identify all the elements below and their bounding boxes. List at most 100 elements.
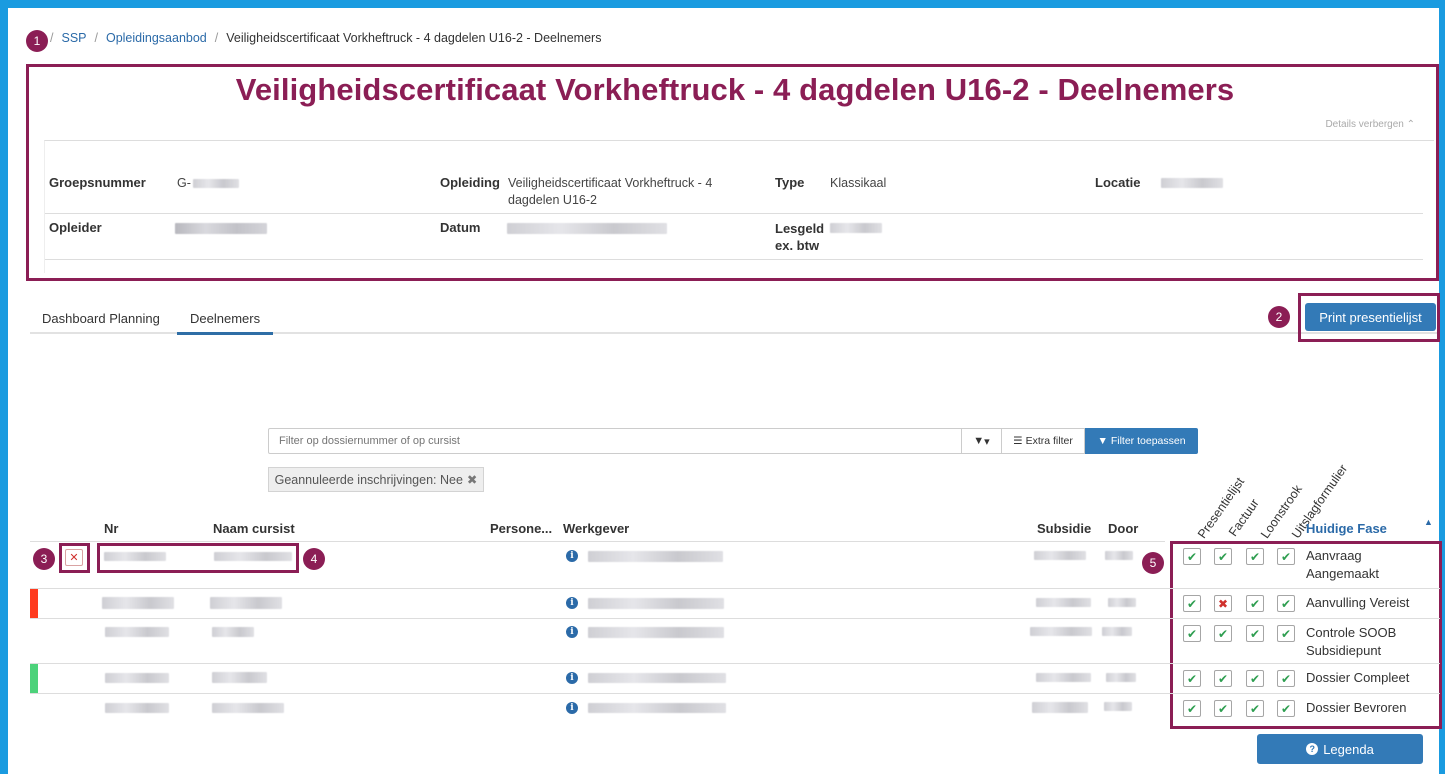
opleider-label: Opleider [49, 220, 102, 235]
breadcrumb-current: Veiligheidscertificaat Vorkheftruck - 4 … [226, 31, 602, 45]
redacted-name[interactable] [214, 552, 292, 561]
redacted-subsidie [1036, 673, 1091, 682]
info-icon[interactable]: i [566, 597, 578, 609]
redacted-name[interactable] [212, 672, 267, 683]
active-filter-label: Geannuleerde inschrijvingen: Nee [274, 472, 463, 487]
info-icon[interactable]: i [566, 550, 578, 562]
redacted-werkgever [588, 627, 724, 638]
lesgeld-label: Lesgeld ex. btw [775, 221, 825, 253]
list-icon: ☰ [1013, 435, 1023, 447]
check-icon[interactable]: ✔ [1246, 700, 1264, 717]
status-bar-attention [30, 589, 38, 618]
redacted-subsidie [1034, 551, 1086, 560]
check-icon[interactable]: ✔ [1183, 700, 1201, 717]
annotation-marker-1: 1 [26, 30, 48, 52]
redacted-werkgever [588, 703, 726, 713]
page-title: Veiligheidscertificaat Vorkheftruck - 4 … [235, 72, 1235, 107]
redacted-name[interactable] [210, 597, 282, 609]
question-icon: ? [1306, 743, 1319, 755]
search-input[interactable] [268, 428, 962, 454]
row-divider [30, 693, 1165, 694]
check-icon[interactable]: ✔ [1214, 700, 1232, 717]
column-header-werkgever[interactable]: Werkgever [563, 521, 629, 536]
column-header-door[interactable]: Door [1108, 521, 1138, 536]
redacted-nr[interactable] [105, 673, 169, 683]
check-icon[interactable]: ✔ [1183, 595, 1201, 612]
filter-dropdown-caret: ▾ [984, 435, 990, 448]
row-divider [30, 663, 1165, 664]
breadcrumb-separator: / [94, 31, 98, 45]
column-header-naam[interactable]: Naam cursist [213, 521, 295, 536]
breadcrumb-separator: / [50, 31, 54, 45]
details-toggle-label: Details verbergen [1325, 119, 1404, 130]
chevron-up-icon: ⌃ [1406, 119, 1415, 130]
check-icon[interactable]: ✔ [1214, 625, 1232, 642]
extra-filter-label: Extra filter [1025, 435, 1073, 447]
redacted-value [507, 223, 667, 234]
redacted-subsidie [1030, 627, 1092, 636]
filter-apply-label: Filter toepassen [1110, 435, 1186, 447]
sort-ascending-icon[interactable]: ▲ [1424, 517, 1433, 527]
filter-dropdown-button[interactable]: ▼ ▾ [961, 428, 1002, 454]
tab-deelnemers[interactable]: Deelnemers [177, 311, 274, 335]
check-icon[interactable]: ✔ [1214, 548, 1232, 565]
cross-icon[interactable]: ✖ [1214, 595, 1232, 612]
info-icon[interactable]: i [566, 702, 578, 714]
redacted-value [1161, 178, 1223, 188]
redacted-werkgever [588, 673, 726, 683]
check-icon[interactable]: ✔ [1277, 548, 1295, 565]
check-icon[interactable]: ✔ [1246, 670, 1264, 687]
annotation-marker-3: 3 [33, 548, 55, 570]
redacted-name[interactable] [212, 703, 284, 713]
redacted-nr[interactable] [102, 597, 174, 609]
breadcrumb-link-ssp[interactable]: SSP [61, 31, 86, 45]
status-bar-complete [30, 664, 38, 693]
redacted-value [830, 223, 882, 233]
redacted-nr[interactable] [104, 552, 166, 561]
redacted-werkgever [588, 598, 724, 609]
check-icon[interactable]: ✔ [1246, 595, 1264, 612]
check-icon[interactable]: ✔ [1183, 625, 1201, 642]
redacted-name[interactable] [212, 627, 254, 637]
tab-dashboard-planning[interactable]: Dashboard Planning [42, 311, 160, 334]
redacted-nr[interactable] [105, 627, 169, 637]
check-icon[interactable]: ✔ [1277, 595, 1295, 612]
info-icon[interactable]: i [566, 626, 578, 638]
redacted-nr[interactable] [105, 703, 169, 713]
print-presentielijst-button[interactable]: Print presentielijst [1305, 303, 1436, 331]
details-toggle[interactable]: Details verbergen ⌃ [1325, 119, 1415, 130]
extra-filter-button[interactable]: ☰ Extra filter [1001, 428, 1085, 454]
legenda-button[interactable]: ? Legenda [1257, 734, 1423, 764]
check-icon[interactable]: ✔ [1214, 670, 1232, 687]
opleiding-value: Veiligheidscertificaat Vorkheftruck - 4 … [508, 176, 713, 207]
check-icon[interactable]: ✔ [1246, 548, 1264, 565]
close-icon[interactable]: ✖ [467, 472, 477, 487]
redacted-door [1106, 673, 1136, 682]
huidige-fase-value: Controle SOOB Subsidiepunt [1306, 625, 1397, 658]
filter-apply-button[interactable]: ▼ Filter toepassen [1085, 428, 1198, 454]
row-divider [1165, 588, 1440, 589]
column-header-subsidie[interactable]: Subsidie [1037, 521, 1091, 536]
redacted-subsidie [1032, 702, 1088, 713]
details-row-divider [45, 259, 1423, 260]
cancel-registration-button[interactable]: ✕ [65, 549, 83, 566]
funnel-icon: ▼ [973, 435, 985, 447]
legenda-label: Legenda [1323, 741, 1374, 757]
column-header-personeel[interactable]: Persone... [490, 521, 552, 536]
annotation-marker-2: 2 [1268, 306, 1290, 328]
details-panel: Groepsnummer G- Opleiding Veiligheidscer… [44, 140, 1434, 273]
breadcrumb: / SSP / Opleidingsaanbod / Veiligheidsce… [50, 31, 601, 45]
redacted-werkgever [588, 551, 723, 562]
check-icon[interactable]: ✔ [1277, 625, 1295, 642]
check-icon[interactable]: ✔ [1277, 670, 1295, 687]
check-icon[interactable]: ✔ [1246, 625, 1264, 642]
row-divider [1165, 693, 1440, 694]
check-icon[interactable]: ✔ [1183, 670, 1201, 687]
check-icon[interactable]: ✔ [1277, 700, 1295, 717]
check-icon[interactable]: ✔ [1183, 548, 1201, 565]
column-header-nr[interactable]: Nr [104, 521, 118, 536]
column-header-huidige-fase[interactable]: Huidige Fase [1306, 521, 1387, 536]
datum-label: Datum [440, 220, 481, 235]
breadcrumb-link-opleidingsaanbod[interactable]: Opleidingsaanbod [106, 31, 207, 45]
info-icon[interactable]: i [566, 672, 578, 684]
